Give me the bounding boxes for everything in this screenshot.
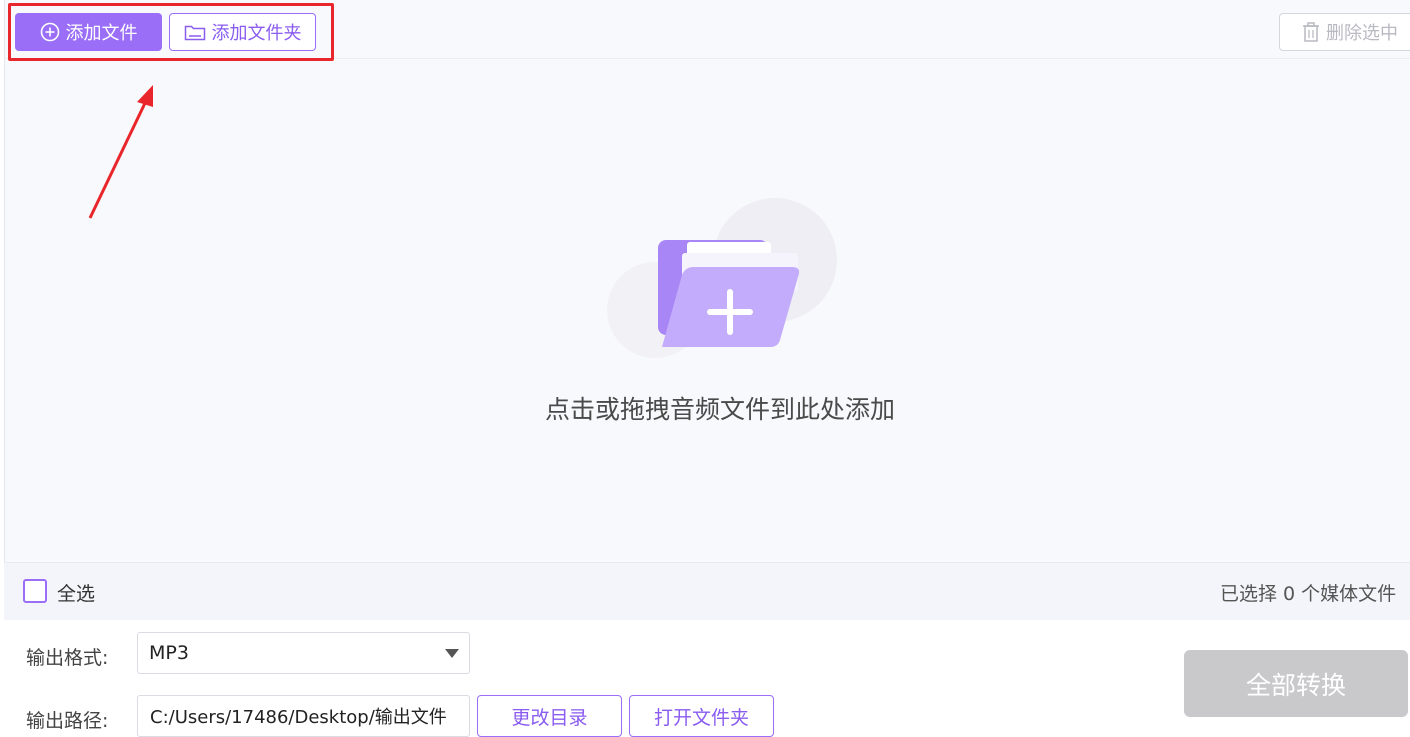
annotation-arrow: [88, 85, 153, 219]
trash-icon: [1303, 22, 1319, 42]
output-format-select[interactable]: MP3: [137, 632, 470, 674]
convert-all-label: 全部转换: [1245, 670, 1346, 700]
folder-plus-icon[interactable]: [600, 195, 850, 365]
delete-selected-label: 删除选中: [1326, 23, 1398, 44]
change-directory-button[interactable]: 更改目录: [477, 695, 622, 737]
chevron-down-icon: [445, 649, 459, 658]
annotation-highlight-box: [8, 3, 334, 61]
selected-count-text: 已选择 0 个媒体文件: [1220, 583, 1397, 605]
open-folder-label: 打开文件夹: [653, 706, 749, 729]
change-directory-label: 更改目录: [511, 706, 588, 729]
select-all-checkbox[interactable]: [23, 579, 47, 603]
select-all-label[interactable]: 全选: [57, 579, 95, 606]
open-folder-button[interactable]: 打开文件夹: [629, 695, 774, 737]
delete-selected-button[interactable]: 删除选中: [1279, 13, 1410, 51]
drop-zone-hint: 点击或拖拽音频文件到此处添加: [544, 395, 895, 424]
output-format-value: MP3: [149, 642, 189, 664]
convert-all-button[interactable]: 全部转换: [1184, 650, 1408, 717]
selection-bar: [4, 562, 1410, 620]
output-format-label: 输出格式:: [26, 647, 109, 669]
output-path-label: 输出路径:: [26, 710, 109, 732]
output-path-input[interactable]: [137, 695, 470, 737]
